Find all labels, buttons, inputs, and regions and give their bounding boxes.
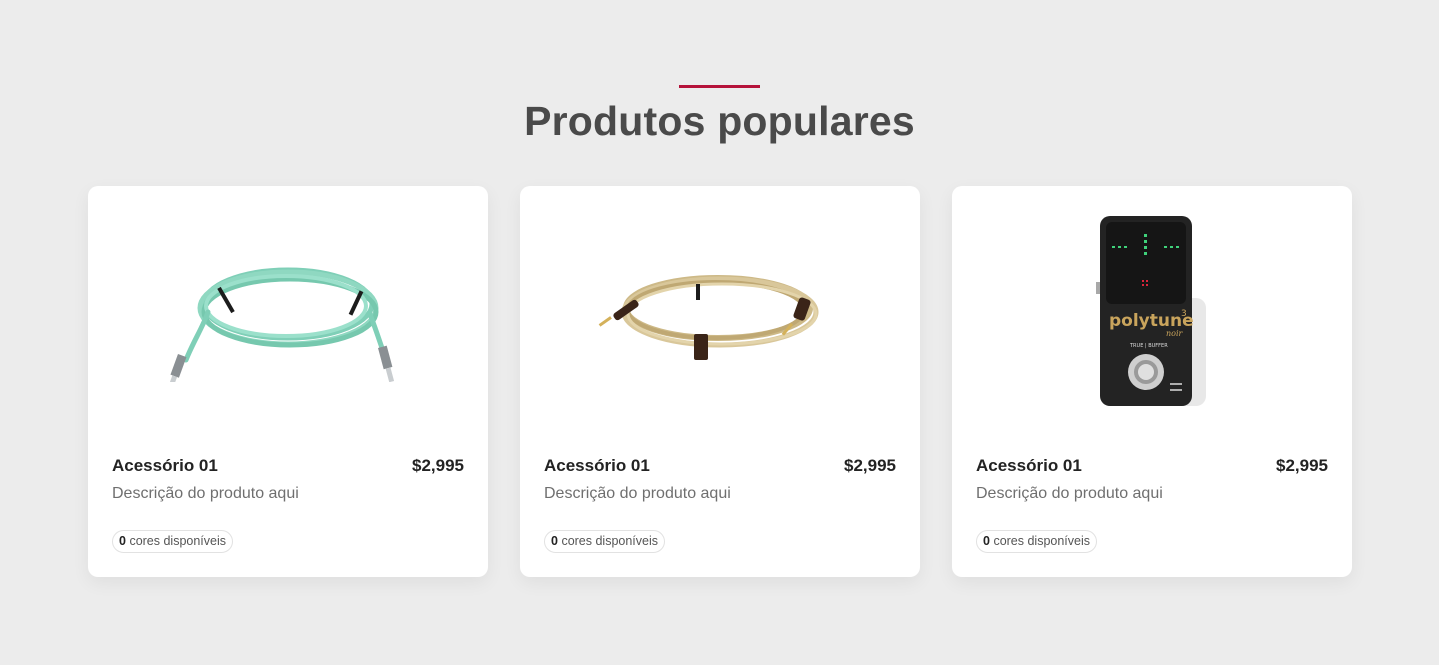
cable-plug-right [378, 345, 395, 382]
product-description: Descrição do produto aqui [976, 485, 1163, 502]
product-name[interactable]: Acessório 01 [112, 456, 218, 476]
colors-label: cores disponíveis [561, 534, 659, 548]
product-image[interactable] [88, 186, 488, 438]
product-price: $2,995 [844, 456, 896, 475]
tuner-sub-text: noir [1166, 329, 1184, 338]
colors-available-badge: 0 cores disponíveis [976, 530, 1098, 553]
product-price: $2,995 [1276, 456, 1328, 475]
title-accent-rule [679, 85, 760, 88]
teal-cable-icon [167, 267, 395, 382]
product-card[interactable]: Acessório 01 $2,995 Descrição do produto… [520, 186, 920, 577]
tuner-pedal-icon: polytune 3 noir TRUE | BUFFER [1096, 216, 1206, 406]
colors-count: 0 [983, 534, 990, 548]
product-name[interactable]: Acessório 01 [976, 456, 1082, 476]
colors-label: cores disponíveis [129, 534, 227, 548]
tweed-cable-icon [598, 275, 819, 360]
colors-count: 0 [551, 534, 558, 548]
product-card[interactable]: polytune 3 noir TRUE | BUFFER Acessório … [952, 186, 1352, 577]
colors-available-badge: 0 cores disponíveis [544, 530, 666, 553]
product-price: $2,995 [412, 456, 464, 475]
colors-available-badge: 0 cores disponíveis [112, 530, 234, 553]
product-card[interactable]: Acessório 01 $2,995 Descrição do produto… [88, 186, 488, 577]
tuner-switch-label: TRUE | BUFFER [1129, 343, 1168, 349]
section-title: Produtos populares [524, 98, 915, 144]
product-description: Descrição do produto aqui [112, 485, 299, 502]
colors-label: cores disponíveis [993, 534, 1091, 548]
colors-count: 0 [119, 534, 126, 548]
product-image[interactable]: polytune 3 noir TRUE | BUFFER [952, 186, 1352, 438]
popular-products-section: Produtos populares Acessório 01 $2,995 D… [0, 0, 1439, 665]
cable-plug-left [167, 354, 187, 382]
product-description: Descrição do produto aqui [544, 485, 731, 502]
product-image[interactable] [520, 186, 920, 438]
product-name[interactable]: Acessório 01 [544, 456, 650, 476]
tuner-superscript-text: 3 [1181, 309, 1187, 319]
